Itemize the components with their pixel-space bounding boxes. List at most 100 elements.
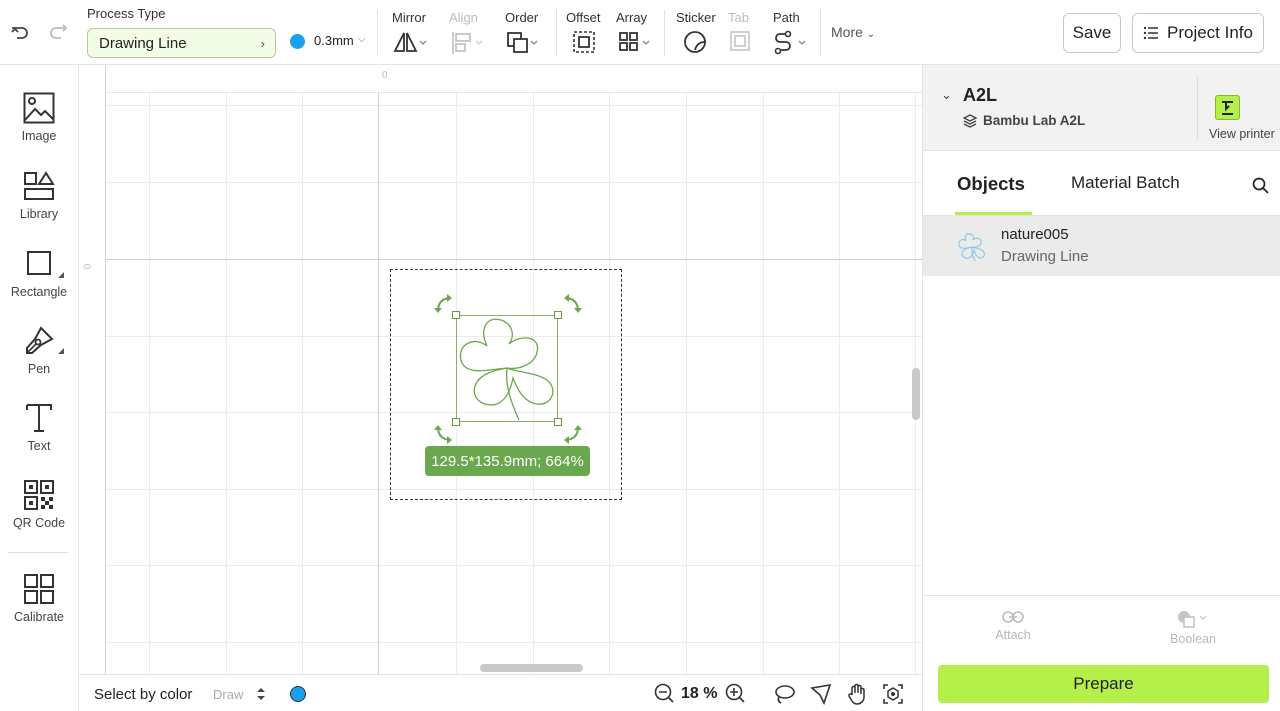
- link-icon: [1002, 611, 1024, 623]
- sidebar-item-calibrate[interactable]: Calibrate: [0, 573, 78, 643]
- clover-shape: [459, 318, 554, 421]
- array-label: Array: [616, 10, 648, 25]
- zoom-level: 18 %: [681, 685, 718, 702]
- list-icon: [1143, 26, 1158, 40]
- search-icon[interactable]: [1252, 177, 1269, 194]
- sidebar-item-qr-code[interactable]: QR Code: [0, 479, 78, 549]
- order-button[interactable]: [506, 30, 542, 56]
- rotate-handle-icon[interactable]: [434, 421, 458, 445]
- order-icon: [507, 32, 538, 53]
- printer-model: Bambu Lab A2L: [983, 113, 1086, 128]
- prepare-label: Prepare: [1073, 674, 1134, 693]
- sidebar-item-label: Calibrate: [13, 610, 65, 624]
- right-panel: ⌄ A2L Bambu Lab A2L View printer Objects…: [922, 65, 1280, 711]
- calibrate-icon: [24, 574, 54, 604]
- rotate-handle-icon[interactable]: [558, 421, 582, 445]
- select-tool-icon[interactable]: [810, 683, 832, 705]
- select-by-color-label: Select by color: [94, 686, 193, 703]
- sidebar-item-text[interactable]: Text: [0, 402, 78, 472]
- boolean-button[interactable]: Boolean: [1153, 610, 1233, 646]
- process-type-label: Process Type: [87, 6, 166, 21]
- view-printer-link[interactable]: View printer: [1209, 127, 1275, 141]
- lasso-icon[interactable]: [773, 683, 795, 705]
- object-transform-box[interactable]: [456, 315, 558, 422]
- mirror-button[interactable]: [393, 30, 429, 56]
- vertical-scrollbar[interactable]: [912, 368, 920, 420]
- save-button[interactable]: Save: [1063, 13, 1121, 53]
- redo-icon[interactable]: [47, 21, 69, 48]
- offset-button[interactable]: [572, 30, 596, 56]
- horizontal-scrollbar[interactable]: [480, 664, 583, 672]
- origin-axis-horizontal: [79, 259, 922, 260]
- project-info-button[interactable]: Project Info: [1132, 13, 1264, 53]
- zoom-in-icon[interactable]: [725, 683, 745, 703]
- grid-line: [106, 105, 922, 106]
- object-thumbnail: [958, 233, 986, 262]
- line-color-swatch: [290, 34, 305, 49]
- sidebar-item-pen[interactable]: Pen: [0, 325, 78, 395]
- sticker-button[interactable]: [683, 30, 707, 56]
- sidebar-item-label: Pen: [27, 362, 51, 376]
- object-type: Drawing Line: [1001, 248, 1089, 265]
- design-canvas[interactable]: 0 0 129.5*135.9mm; 664%: [79, 65, 922, 674]
- hand-pan-icon[interactable]: [846, 683, 868, 705]
- path-button[interactable]: [774, 30, 810, 56]
- rotate-handle-icon[interactable]: [434, 293, 458, 317]
- more-menu[interactable]: More ⌄: [831, 24, 875, 40]
- ruler-top: 0: [106, 65, 922, 93]
- undo-icon[interactable]: [9, 21, 31, 48]
- sidebar-divider: [8, 552, 68, 553]
- color-filter-swatch[interactable]: [290, 686, 306, 702]
- fit-to-view-icon[interactable]: [882, 683, 904, 705]
- layers-icon: [963, 114, 977, 128]
- selection-size-badge: 129.5*135.9mm; 664%: [425, 446, 590, 476]
- prepare-button[interactable]: Prepare: [938, 665, 1269, 703]
- divider: [923, 595, 1280, 596]
- attach-button[interactable]: Attach: [973, 610, 1053, 642]
- list-item[interactable]: nature005 Drawing Line: [923, 216, 1280, 276]
- origin-axis-vertical: [378, 65, 379, 674]
- ruler-left-label: 0: [82, 263, 94, 270]
- align-button[interactable]: [451, 30, 487, 56]
- panel-tabs: Objects Material Batch: [923, 151, 1280, 216]
- tab-material-batch[interactable]: Material Batch: [1071, 173, 1180, 193]
- canvas-bottom-bar: Select by color Draw 18 %: [79, 674, 922, 711]
- zoom-out-icon[interactable]: [654, 683, 674, 703]
- tab-icon: [730, 31, 750, 51]
- boolean-icon: [1178, 611, 1207, 628]
- ruler-top-label: 0: [382, 70, 388, 81]
- array-icon: [619, 32, 650, 51]
- grid-line: [839, 87, 840, 674]
- up-down-arrows-icon[interactable]: [256, 687, 266, 701]
- order-label: Order: [505, 10, 539, 25]
- app-window: Process Type Drawing Line › 0.3mm ⌵ Mirr…: [0, 0, 1280, 711]
- qr-code-icon: [24, 480, 54, 510]
- offset-label: Offset: [566, 10, 601, 25]
- mode-select[interactable]: Draw: [213, 687, 243, 702]
- pen-icon: [26, 326, 54, 354]
- printer-name[interactable]: A2L: [963, 85, 997, 106]
- grid-line: [763, 87, 764, 674]
- sidebar-item-library[interactable]: Library: [0, 170, 78, 240]
- more-label: More: [831, 24, 863, 40]
- line-size-select[interactable]: 0.3mm ⌵: [282, 26, 372, 56]
- printer-icon[interactable]: [1215, 95, 1240, 120]
- array-button[interactable]: [618, 30, 654, 56]
- path-label: Path: [773, 10, 800, 25]
- sidebar-item-label: Library: [19, 207, 59, 221]
- save-label: Save: [1072, 23, 1112, 42]
- sidebar-item-label: Rectangle: [10, 285, 68, 299]
- text-icon: [26, 404, 52, 432]
- project-info-label: Project Info: [1167, 23, 1253, 42]
- toolbar-divider: [377, 10, 378, 56]
- sidebar-item-rectangle[interactable]: Rectangle: [0, 248, 78, 318]
- chevron-down-icon[interactable]: ⌄: [941, 87, 952, 103]
- tab-button[interactable]: [729, 30, 751, 56]
- divider: [1197, 77, 1198, 139]
- sidebar-item-label: Image: [21, 129, 57, 143]
- process-type-select[interactable]: Drawing Line ›: [87, 28, 276, 58]
- sidebar-item-image[interactable]: Image: [0, 92, 78, 162]
- grid-line: [106, 565, 922, 566]
- tab-objects[interactable]: Objects: [957, 173, 1025, 195]
- rotate-handle-icon[interactable]: [558, 293, 582, 317]
